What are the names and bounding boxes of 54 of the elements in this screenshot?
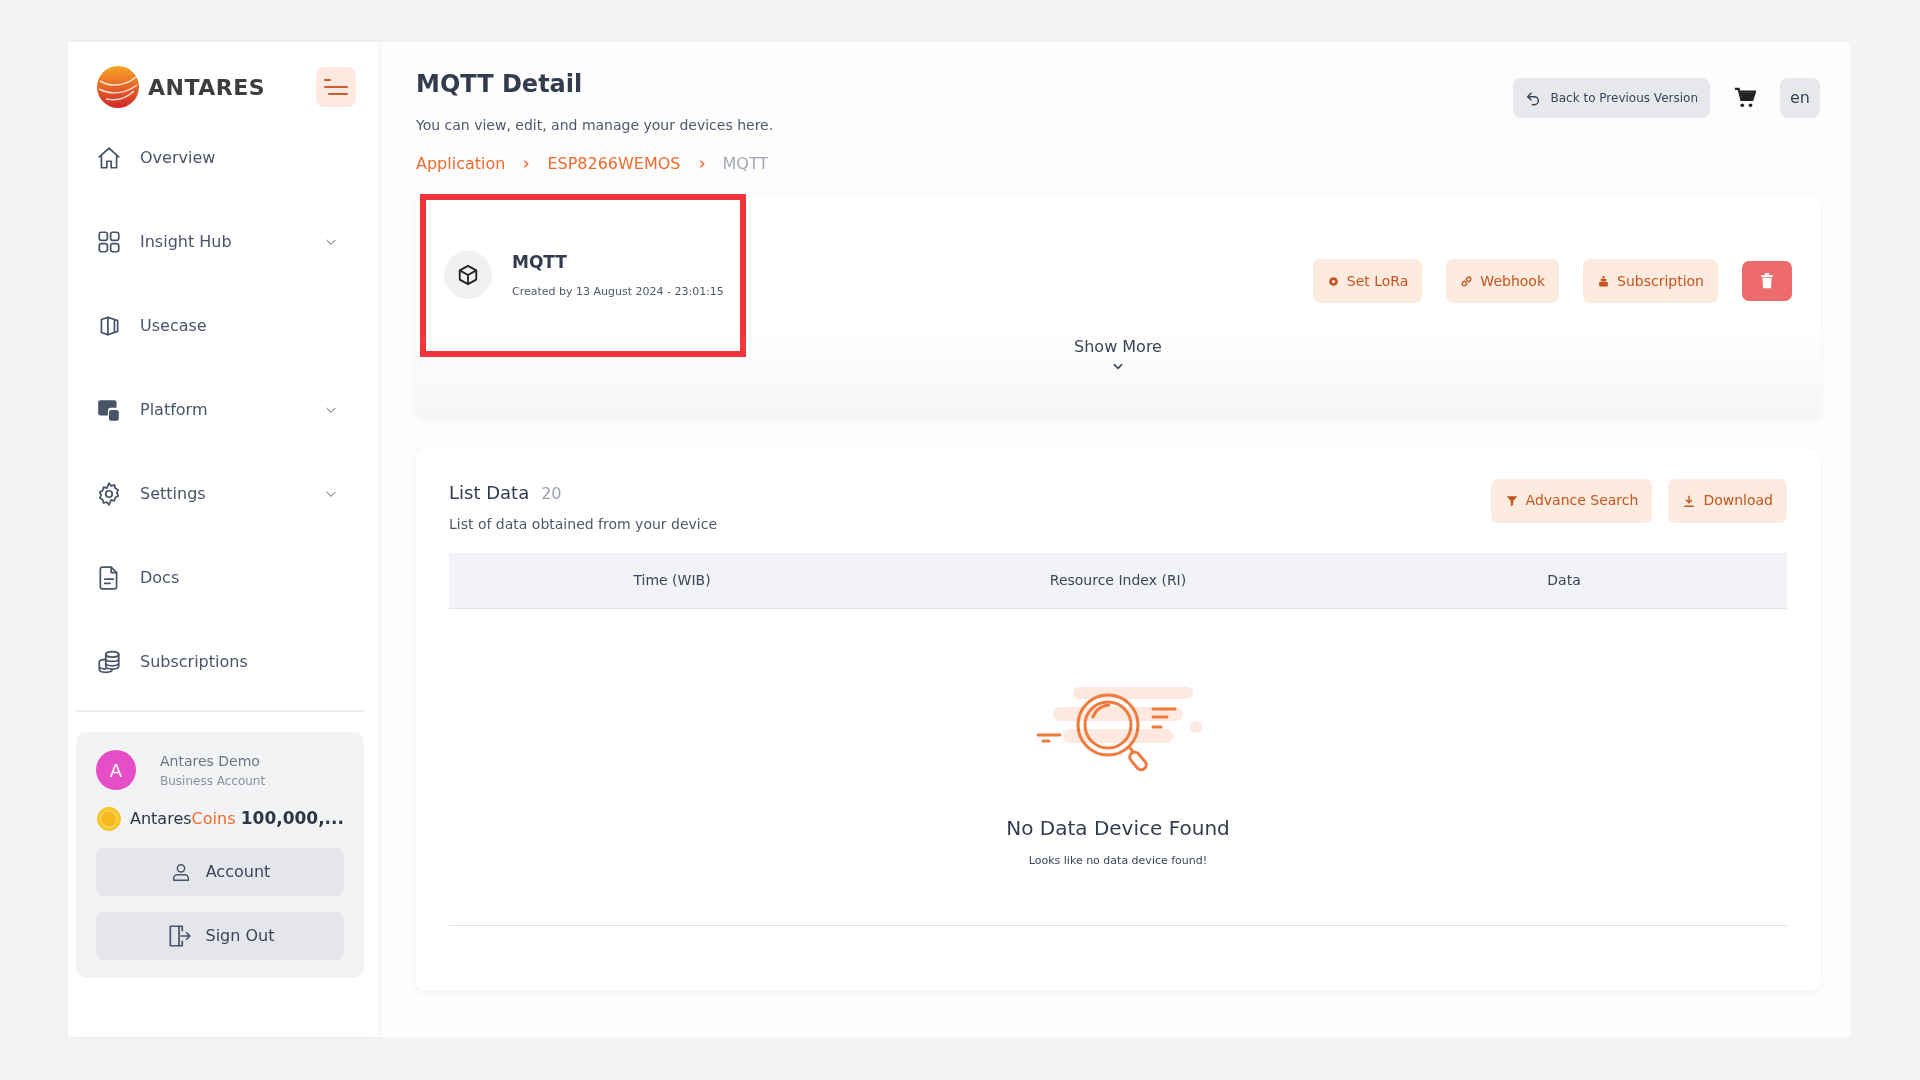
coins-amount: 100,000,... (240, 807, 344, 831)
avatar: A (96, 750, 136, 790)
item-count: 20 (541, 482, 562, 505)
language-button[interactable]: en (1780, 78, 1820, 118)
menu-icon (323, 77, 349, 97)
device-action-button[interactable]: Set LoRa (1312, 259, 1423, 304)
stack-icon (1597, 274, 1610, 288)
account-type: Business Account (160, 772, 266, 790)
sidebar-item[interactable]: Platform (96, 368, 356, 452)
cube-icon (457, 264, 479, 287)
empty-state-title: No Data Device Found (1006, 814, 1230, 842)
sidebar-item[interactable]: Insight Hub (96, 200, 356, 284)
user-name: Antares Demo (160, 751, 261, 771)
sidebar-item[interactable]: Settings (96, 452, 356, 536)
show-more-button[interactable]: Show More (1068, 333, 1168, 374)
undo-icon (1524, 90, 1541, 106)
list-title: List Data (449, 480, 530, 505)
empty-state-text: Looks like no data device found! (1028, 852, 1208, 869)
sidebar-item[interactable]: Usecase (96, 284, 356, 368)
nav-icon (96, 229, 122, 255)
download-icon (1682, 493, 1697, 508)
column-header: Data (1546, 570, 1582, 590)
sign-out-button[interactable]: Sign Out (96, 912, 344, 960)
page-subtitle: You can view, edit, and manage your devices here. (416, 115, 774, 135)
nav-icon (96, 397, 122, 423)
device-action-button[interactable]: Subscription (1583, 259, 1718, 304)
list-action-button[interactable]: Download (1668, 478, 1787, 523)
created-date: Created by 13 August 2024 - 23:01:15 (512, 283, 724, 300)
sidebar-item[interactable]: Overview (96, 116, 356, 200)
column-header: Resource Index (RI) (1048, 570, 1188, 590)
nav-icon (96, 481, 122, 507)
delete-button[interactable] (1742, 261, 1792, 302)
nav-icon (96, 649, 122, 675)
device-name: MQTT (512, 251, 568, 275)
coins-label: AntaresCoins (130, 808, 236, 830)
device-action-button[interactable]: Webhook (1446, 259, 1559, 304)
column-header: Time (WIB) (632, 570, 712, 590)
list-action-button[interactable]: Advance Search (1490, 478, 1653, 523)
sidebar-item[interactable]: Subscriptions (96, 620, 356, 704)
cart-icon (1734, 87, 1756, 109)
nav-icon (96, 145, 122, 171)
menu-toggle-button[interactable] (316, 67, 356, 107)
page-title: MQTT Detail (416, 70, 584, 99)
coin-icon (96, 806, 122, 832)
trash-icon (1759, 272, 1775, 291)
list-subtitle: List of data obtained from your device (449, 514, 718, 534)
filter-icon (1504, 493, 1519, 508)
sidebar-item[interactable]: Docs (96, 536, 356, 620)
brand-name: ANTARES (148, 73, 266, 102)
account-button[interactable]: Account (96, 848, 344, 896)
back-button[interactable]: Back to Previous Version (1512, 78, 1710, 118)
breadcrumb-current: MQTT (722, 152, 769, 175)
link-icon (1460, 274, 1474, 288)
globe-logo-icon (96, 65, 140, 109)
